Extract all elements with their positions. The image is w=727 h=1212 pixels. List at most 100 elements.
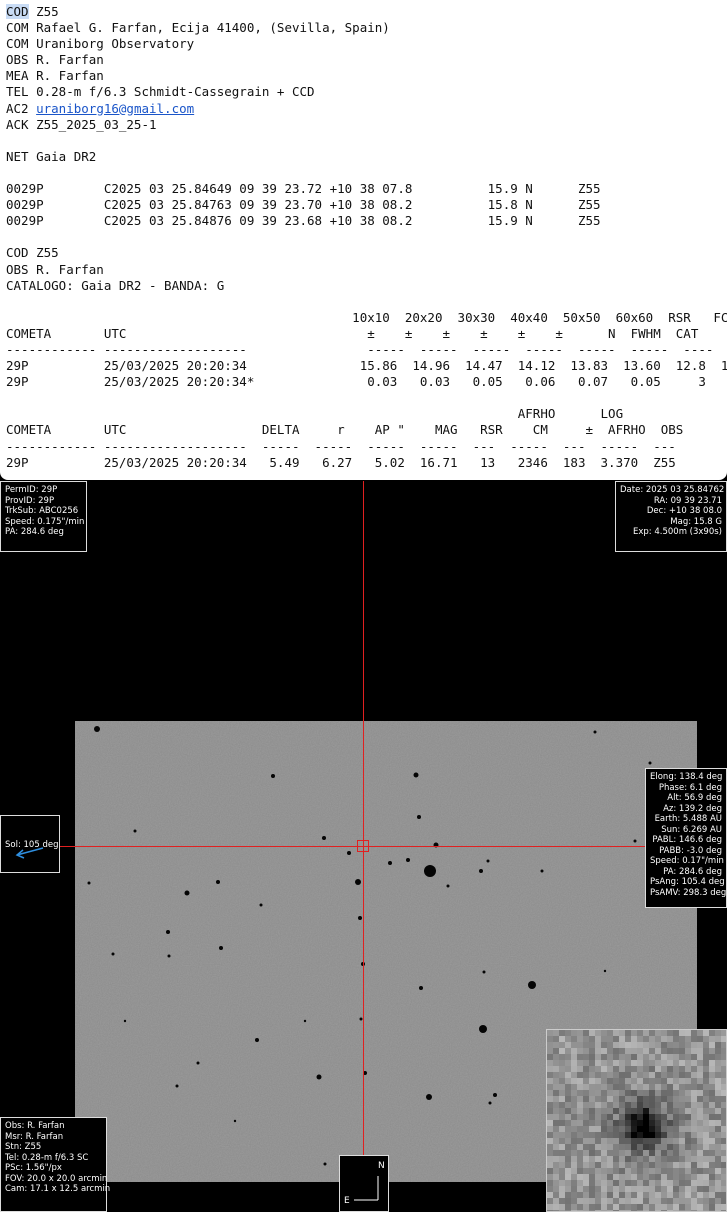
zoom-pixel	[649, 1108, 655, 1114]
zoom-pixel	[619, 1048, 625, 1054]
zoom-pixel	[667, 1102, 673, 1108]
zoom-pixel	[721, 1126, 726, 1132]
zoom-pixel	[679, 1030, 685, 1036]
zoom-pixel	[607, 1132, 613, 1138]
zoom-pixel	[697, 1042, 703, 1048]
zoom-pixel	[679, 1198, 685, 1204]
zoom-pixel	[571, 1084, 577, 1090]
star	[493, 1093, 497, 1097]
email-link[interactable]: uraniborg16@gmail.com	[36, 101, 194, 116]
zoom-pixel	[673, 1030, 679, 1036]
zoom-pixel	[685, 1084, 691, 1090]
zoom-pixel	[649, 1144, 655, 1150]
zoom-pixel	[655, 1114, 661, 1120]
zoom-pixel	[709, 1054, 715, 1060]
zoom-pixel	[721, 1174, 726, 1180]
zoom-pixel	[661, 1168, 667, 1174]
zoom-pixel	[697, 1204, 703, 1210]
zoom-pixel	[703, 1114, 709, 1120]
zoom-pixel	[673, 1084, 679, 1090]
zoom-pixel	[649, 1042, 655, 1048]
zoom-pixel	[601, 1036, 607, 1042]
zoom-pixel	[673, 1042, 679, 1048]
star	[184, 890, 190, 896]
zoom-pixel	[703, 1192, 709, 1198]
zoom-pixel	[703, 1150, 709, 1156]
zoom-pixel	[673, 1120, 679, 1126]
zoom-pixel	[691, 1144, 697, 1150]
zoom-pixel	[661, 1090, 667, 1096]
zoom-pixel	[721, 1066, 726, 1072]
zoom-pixel	[601, 1072, 607, 1078]
zoom-pixel	[667, 1162, 673, 1168]
zoom-pixel	[697, 1138, 703, 1144]
zoom-pixel	[631, 1120, 637, 1126]
zoom-pixel	[553, 1108, 559, 1114]
zoom-pixel	[679, 1120, 685, 1126]
zoom-pixel	[709, 1138, 715, 1144]
zoom-pixel	[631, 1132, 637, 1138]
zoom-pixel	[697, 1090, 703, 1096]
zoom-pixel	[637, 1108, 643, 1114]
report-cod-key[interactable]: COD	[6, 4, 29, 19]
zoom-pixel	[547, 1084, 553, 1090]
zoom-pixel	[571, 1198, 577, 1204]
zoom-pixel	[673, 1078, 679, 1084]
zoom-pixel	[709, 1174, 715, 1180]
zoom-pixel	[715, 1150, 721, 1156]
zoom-pixel	[589, 1144, 595, 1150]
zoom-pixel	[619, 1054, 625, 1060]
zoom-pixel	[595, 1156, 601, 1162]
zoom-pixel	[649, 1186, 655, 1192]
zoom-pixel	[631, 1198, 637, 1204]
zoom-pixel	[643, 1102, 649, 1108]
zoom-pixel	[709, 1114, 715, 1120]
zoom-pixel	[595, 1138, 601, 1144]
zoom-pixel	[697, 1156, 703, 1162]
zoom-pixel	[565, 1066, 571, 1072]
zoom-pixel	[631, 1054, 637, 1060]
zoom-pixel	[553, 1162, 559, 1168]
zoom-pixel	[685, 1132, 691, 1138]
zoom-pixel	[691, 1030, 697, 1036]
zoom-pixel	[715, 1042, 721, 1048]
zoom-pixel	[613, 1192, 619, 1198]
zoom-pixel	[661, 1204, 667, 1210]
zoom-pixel	[595, 1054, 601, 1060]
report-lines-b: ACK Z55_2025_03_25-1 NET Gaia DR2 0029P …	[6, 116, 727, 470]
zoom-pixel	[637, 1030, 643, 1036]
zoom-pixel	[637, 1192, 643, 1198]
zoom-pixel	[547, 1114, 553, 1120]
star	[633, 839, 637, 843]
zoom-pixel	[553, 1114, 559, 1120]
zoom-pixel	[679, 1162, 685, 1168]
star	[388, 861, 392, 865]
zoom-pixel	[661, 1078, 667, 1084]
zoom-pixel	[547, 1180, 553, 1186]
zoom-pixel	[703, 1168, 709, 1174]
zoom-pixel	[667, 1174, 673, 1180]
zoom-pixel	[643, 1198, 649, 1204]
zoom-pixel	[601, 1066, 607, 1072]
zoom-pixel	[631, 1150, 637, 1156]
zoom-pixel	[571, 1048, 577, 1054]
zoom-pixel	[679, 1192, 685, 1198]
zoom-pixel	[673, 1204, 679, 1210]
zoom-pixel	[697, 1174, 703, 1180]
zoom-pixel	[625, 1036, 631, 1042]
zoom-pixel	[721, 1156, 726, 1162]
zoom-pixel	[667, 1042, 673, 1048]
zoom-pixel	[571, 1180, 577, 1186]
zoom-pixel	[697, 1078, 703, 1084]
zoom-pixel	[613, 1156, 619, 1162]
zoom-pixel	[631, 1180, 637, 1186]
zoom-pixel	[679, 1048, 685, 1054]
zoom-pixel	[607, 1042, 613, 1048]
zoom-pixel	[571, 1120, 577, 1126]
zoom-pixel	[667, 1060, 673, 1066]
zoom-pixel	[709, 1198, 715, 1204]
zoom-pixel	[625, 1042, 631, 1048]
zoom-pixel	[559, 1120, 565, 1126]
zoom-pixel	[583, 1174, 589, 1180]
zoom-pixel	[607, 1030, 613, 1036]
